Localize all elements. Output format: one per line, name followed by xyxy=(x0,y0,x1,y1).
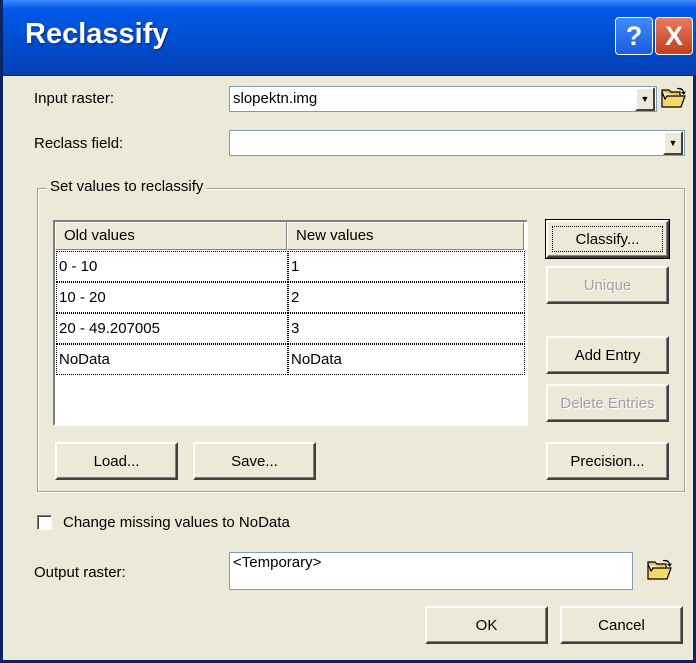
input-raster-combobox[interactable]: slopektn.img ▼ xyxy=(229,86,657,112)
old-value-cell[interactable]: 20 - 49.207005 xyxy=(56,313,288,344)
input-raster-value: slopektn.img xyxy=(233,90,318,107)
input-raster-dropdown-button[interactable]: ▼ xyxy=(635,87,655,111)
output-raster-input[interactable]: <Temporary> xyxy=(229,552,633,590)
ok-button[interactable]: OK xyxy=(425,606,548,644)
column-header-old-values[interactable]: Old values xyxy=(55,222,287,250)
help-button[interactable]: ? xyxy=(615,17,653,55)
delete-entries-button-label: Delete Entries xyxy=(560,394,655,412)
open-folder-icon xyxy=(647,559,672,580)
add-entry-button-label: Add Entry xyxy=(574,346,641,364)
precision-button-label: Precision... xyxy=(570,452,645,470)
old-value-cell[interactable]: NoData xyxy=(56,344,288,375)
new-value-cell[interactable]: NoData xyxy=(288,344,525,375)
close-button[interactable]: X xyxy=(655,17,693,55)
reclass-field-combobox[interactable]: ▼ xyxy=(229,130,685,156)
unique-button-label: Unique xyxy=(583,276,632,294)
table-row[interactable]: 0 - 10 1 xyxy=(56,251,525,282)
add-entry-button[interactable]: Add Entry xyxy=(546,336,669,374)
input-raster-label: Input raster: xyxy=(34,90,115,107)
output-raster-value: <Temporary> xyxy=(233,554,322,571)
cancel-button[interactable]: Cancel xyxy=(560,606,683,644)
new-value-cell[interactable]: 2 xyxy=(288,282,525,313)
load-button[interactable]: Load... xyxy=(55,442,178,480)
chevron-down-icon: ▼ xyxy=(668,137,678,148)
new-value-cell[interactable]: 3 xyxy=(288,313,525,344)
reclass-field-dropdown-button[interactable]: ▼ xyxy=(663,131,683,155)
output-raster-browse-button[interactable] xyxy=(645,556,675,584)
save-button-label: Save... xyxy=(231,452,278,470)
ok-button-label: OK xyxy=(475,616,498,634)
reclass-values-group-title: Set values to reclassify xyxy=(47,178,207,195)
reclassify-dialog: Reclassify ? X Input raster: slopektn.im… xyxy=(0,0,696,663)
reclass-table[interactable]: Old values New values 0 - 10 1 10 - 20 2… xyxy=(53,220,528,426)
old-value-cell[interactable]: 10 - 20 xyxy=(56,282,288,313)
reclass-field-label: Reclass field: xyxy=(34,135,124,152)
focus-ring xyxy=(552,226,663,252)
help-icon: ? xyxy=(625,20,643,51)
cancel-button-label: Cancel xyxy=(598,616,645,634)
title-bar[interactable]: Reclassify ? X xyxy=(3,0,696,76)
save-button[interactable]: Save... xyxy=(193,442,316,480)
unique-button[interactable]: Unique xyxy=(546,266,669,304)
close-icon: X xyxy=(664,20,683,51)
table-row[interactable]: 10 - 20 2 xyxy=(56,282,525,313)
input-raster-browse-button[interactable] xyxy=(659,84,689,112)
classify-button[interactable]: Classify... xyxy=(545,219,670,259)
chevron-down-icon: ▼ xyxy=(640,93,650,104)
table-row[interactable]: NoData NoData xyxy=(56,344,525,375)
open-folder-icon xyxy=(661,87,686,108)
change-missing-values-checkbox[interactable] xyxy=(37,515,52,530)
output-raster-label: Output raster: xyxy=(34,564,126,581)
delete-entries-button[interactable]: Delete Entries xyxy=(546,384,669,422)
precision-button[interactable]: Precision... xyxy=(546,442,669,480)
load-button-label: Load... xyxy=(93,452,140,470)
old-value-cell[interactable]: 0 - 10 xyxy=(56,251,288,282)
window-title: Reclassify xyxy=(25,18,169,50)
new-value-cell[interactable]: 1 xyxy=(288,251,525,282)
change-missing-values-label[interactable]: Change missing values to NoData xyxy=(63,514,290,531)
column-header-new-values[interactable]: New values xyxy=(287,222,524,250)
table-row[interactable]: 20 - 49.207005 3 xyxy=(56,313,525,344)
